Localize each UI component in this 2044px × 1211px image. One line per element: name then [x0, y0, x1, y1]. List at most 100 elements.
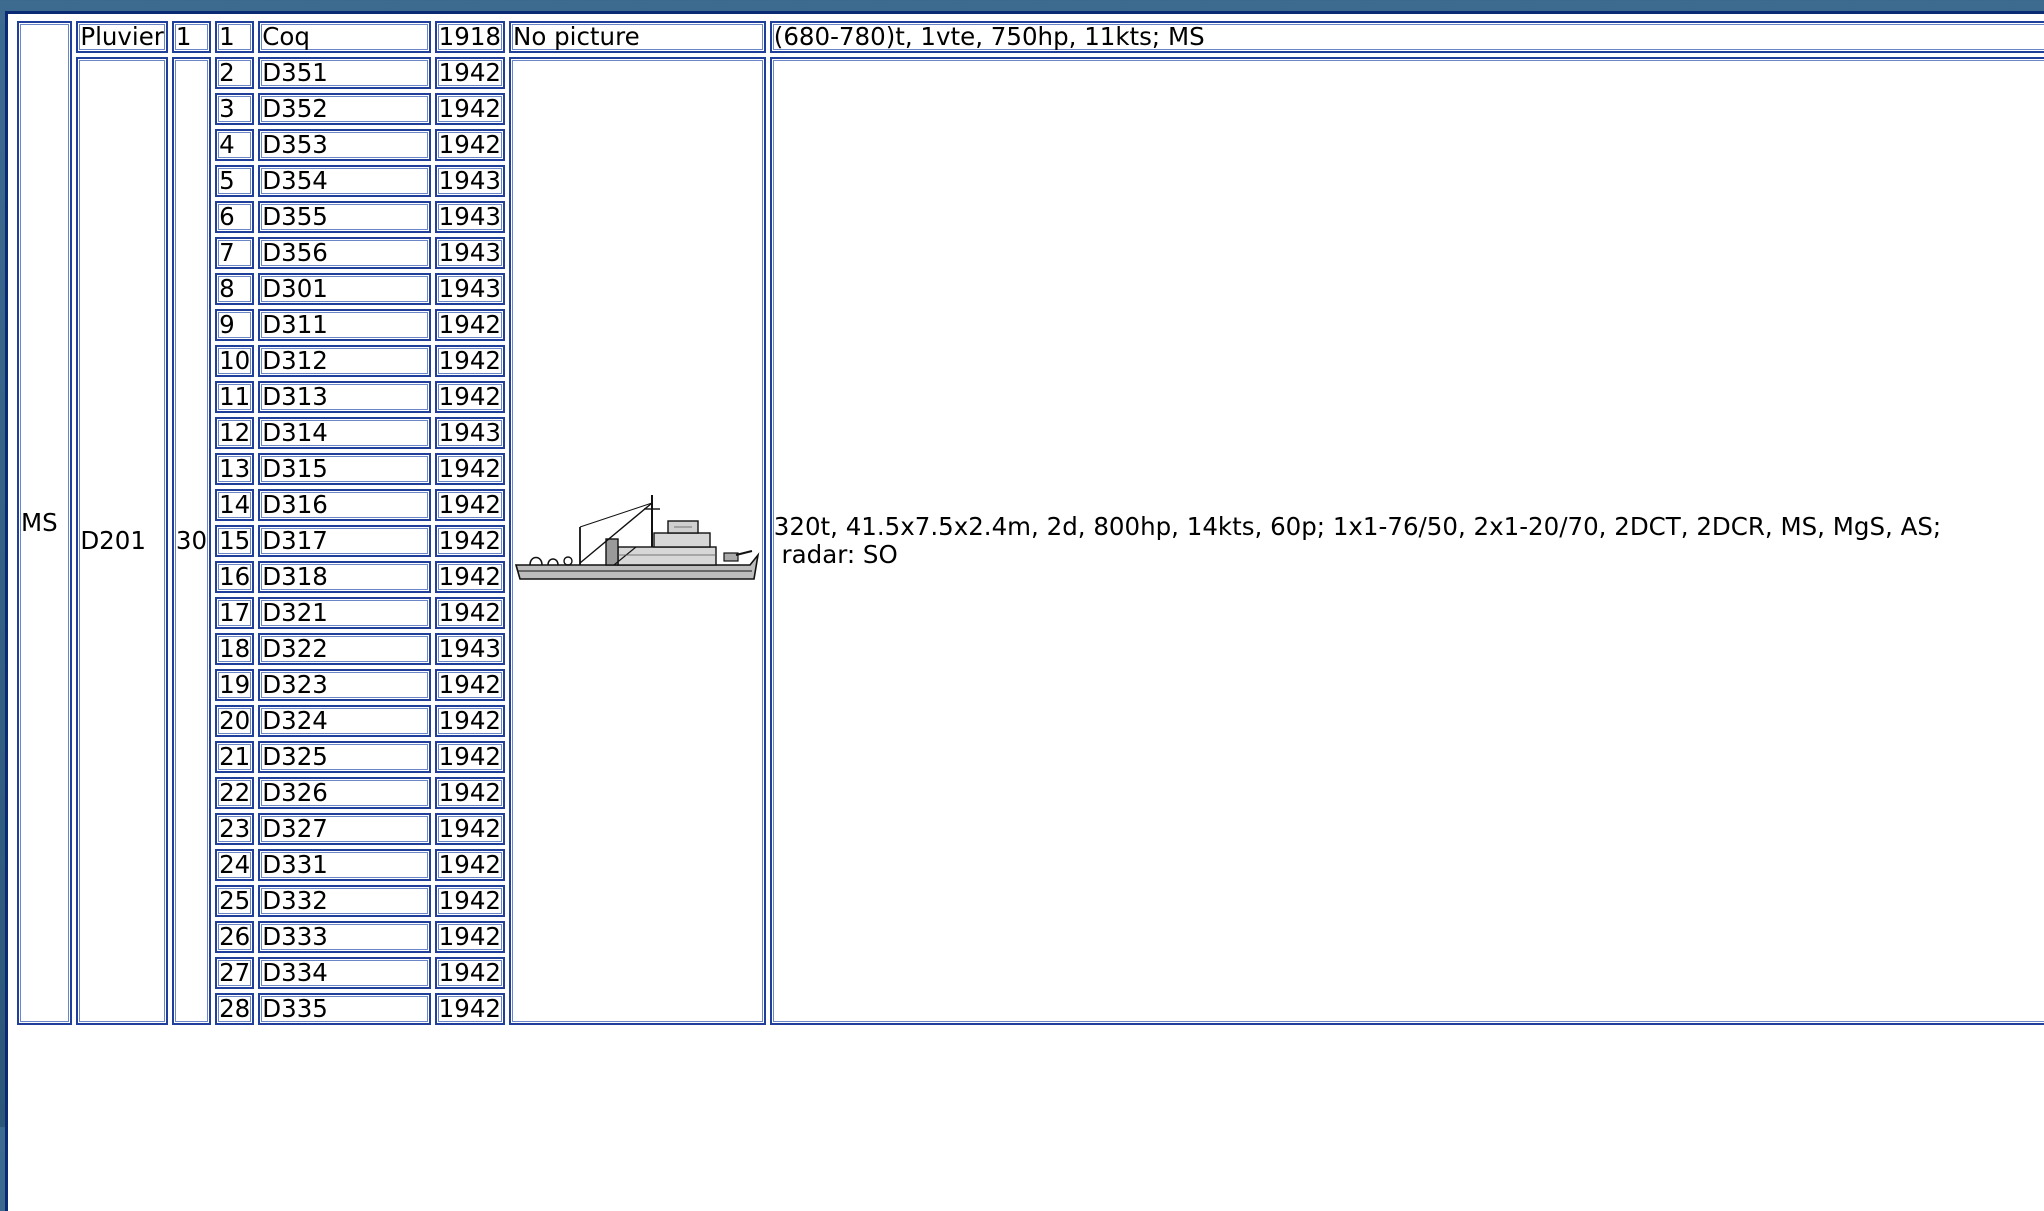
type-cell: MS [17, 21, 73, 1025]
ship-name-cell: D326 [258, 777, 431, 809]
ship-name-cell: D317 [258, 525, 431, 557]
table-row: MS Pluvier 1 1 Coq 1918 No picture (680-… [17, 21, 2044, 1025]
ship-name-cell: D352 [258, 93, 431, 125]
ship-name-cell: D318 [258, 561, 431, 593]
ship-year-cell: 1942 [434, 705, 505, 737]
ship-number-cell: 4 [215, 129, 255, 161]
ship-number-cell: 9 [215, 309, 255, 341]
ship-year-cell: 1942 [434, 993, 505, 1025]
ship-number-cell: 27 [215, 957, 255, 989]
ship-name-cell: Coq [258, 21, 431, 53]
ship-number-cell: 18 [215, 633, 255, 665]
ship-year-cell: 1942 [434, 813, 505, 845]
ship-number-cell: 16 [215, 561, 255, 593]
ship-year-cell: 1942 [434, 489, 505, 521]
ship-number-cell: 14 [215, 489, 255, 521]
ship-year-cell: 1942 [434, 921, 505, 953]
picture-cell [509, 57, 766, 1025]
ship-number-cell: 5 [215, 165, 255, 197]
ship-number-cell: 21 [215, 741, 255, 773]
ship-number-cell: 19 [215, 669, 255, 701]
class-count-cell: 30 [171, 57, 212, 1025]
ship-number-cell: 12 [215, 417, 255, 449]
class-count-cell: 1 [171, 21, 212, 53]
ship-year-cell: 1942 [434, 777, 505, 809]
ship-name-cell: D332 [258, 885, 431, 917]
class-name-cell: D201 [76, 57, 168, 1025]
ship-year-cell: 1943 [434, 417, 505, 449]
ship-number-cell: 10 [215, 345, 255, 377]
ship-name-cell: D333 [258, 921, 431, 953]
specs-line-1: 320t, 41.5x7.5x2.4m, 2d, 800hp, 14kts, 6… [773, 512, 1942, 541]
ship-name-cell: D355 [258, 201, 431, 233]
ship-name-cell: D335 [258, 993, 431, 1025]
ship-year-cell: 1942 [434, 453, 505, 485]
ship-year-cell: 1942 [434, 741, 505, 773]
ship-year-cell: 1942 [434, 381, 505, 413]
ship-name-cell: D353 [258, 129, 431, 161]
ship-name-cell: D322 [258, 633, 431, 665]
ship-number-cell: 28 [215, 993, 255, 1025]
ship-name-cell: D334 [258, 957, 431, 989]
ship-name-cell: D311 [258, 309, 431, 341]
ships-table: MS Pluvier 1 1 Coq 1918 No picture (680-… [13, 17, 2044, 1029]
ship-year-cell: 1942 [434, 885, 505, 917]
ship-name-cell: D301 [258, 273, 431, 305]
specs-line-2: radar: SO [773, 540, 898, 569]
ship-year-cell: 1942 [434, 129, 505, 161]
picture-cell: No picture [509, 21, 766, 53]
ship-number-cell: 3 [215, 93, 255, 125]
ship-name-cell: D327 [258, 813, 431, 845]
ship-name-cell: D356 [258, 237, 431, 269]
ship-year-cell: 1943 [434, 237, 505, 269]
ship-name-cell: D316 [258, 489, 431, 521]
class-name-cell: Pluvier [76, 21, 168, 53]
ship-year-cell: 1943 [434, 273, 505, 305]
ship-year-cell: 1943 [434, 165, 505, 197]
ship-number-cell: 23 [215, 813, 255, 845]
ship-name-cell: D313 [258, 381, 431, 413]
ship-year-cell: 1942 [434, 849, 505, 881]
ship-year-cell: 1942 [434, 957, 505, 989]
ship-number-cell: 20 [215, 705, 255, 737]
ship-year-cell: 1942 [434, 669, 505, 701]
ship-number-cell: 17 [215, 597, 255, 629]
ship-number-cell: 15 [215, 525, 255, 557]
minesweeper-ship-drawing [515, 495, 760, 580]
ship-number-cell: 1 [215, 21, 255, 53]
ship-name-cell: D354 [258, 165, 431, 197]
ship-year-cell: 1942 [434, 525, 505, 557]
specs-cell: (680-780)t, 1vte, 750hp, 11kts; MS [769, 21, 2044, 53]
ship-number-cell: 13 [215, 453, 255, 485]
ship-number-cell: 25 [215, 885, 255, 917]
ship-name-cell: D323 [258, 669, 431, 701]
ship-name-cell: D314 [258, 417, 431, 449]
ship-year-cell: 1942 [434, 561, 505, 593]
ship-name-cell: D325 [258, 741, 431, 773]
ship-year-cell: 1942 [434, 345, 505, 377]
ship-number-cell: 24 [215, 849, 255, 881]
ship-number-cell: 11 [215, 381, 255, 413]
ship-name-cell: D331 [258, 849, 431, 881]
ship-name-cell: D351 [258, 57, 431, 89]
ship-name-cell: D312 [258, 345, 431, 377]
ship-number-cell: 22 [215, 777, 255, 809]
table-row: D201 30 2 D351 1942 320t, 41.5x7.5x2.4m,… [17, 57, 2044, 1025]
ship-year-cell: 1943 [434, 201, 505, 233]
ship-name-cell: D324 [258, 705, 431, 737]
ship-number-cell: 26 [215, 921, 255, 953]
page-frame: MS Pluvier 1 1 Coq 1918 No picture (680-… [5, 11, 2044, 1211]
ship-year-cell: 1942 [434, 597, 505, 629]
ship-number-cell: 7 [215, 237, 255, 269]
ship-number-cell: 6 [215, 201, 255, 233]
ship-number-cell: 8 [215, 273, 255, 305]
ship-number-cell: 2 [215, 57, 255, 89]
ship-year-cell: 1942 [434, 309, 505, 341]
ship-year-cell: 1942 [434, 93, 505, 125]
ship-year-cell: 1918 [434, 21, 505, 53]
ship-name-cell: D321 [258, 597, 431, 629]
specs-cell: 320t, 41.5x7.5x2.4m, 2d, 800hp, 14kts, 6… [769, 57, 2044, 1025]
ship-year-cell: 1943 [434, 633, 505, 665]
ship-year-cell: 1942 [434, 57, 505, 89]
ship-name-cell: D315 [258, 453, 431, 485]
